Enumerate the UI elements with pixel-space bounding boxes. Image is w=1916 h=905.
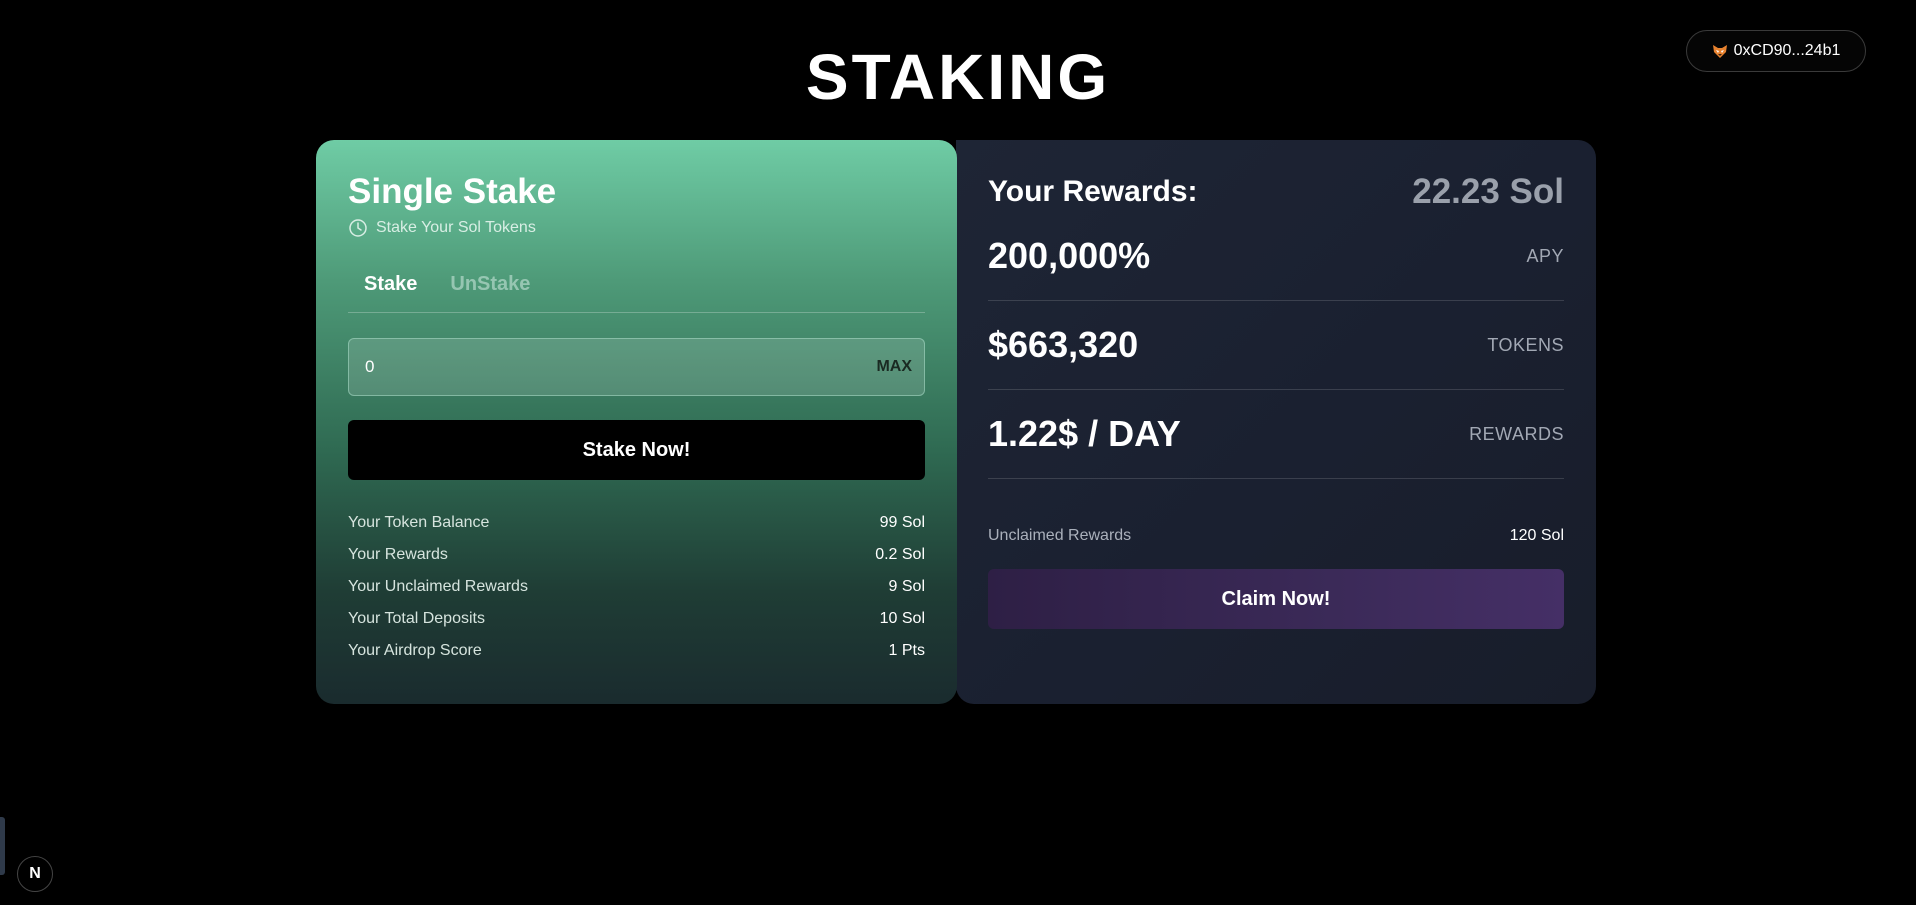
tab-unstake[interactable]: UnStake [450,272,530,312]
stat-value: 99 Sol [879,514,925,531]
stat-value: 10 Sol [879,610,925,627]
single-stake-card: Single Stake Stake Your Sol Tokens Stake… [316,140,957,704]
stat-row-total-deposits: Your Total Deposits 10 Sol [348,609,925,641]
stat-value: 1 Pts [888,642,925,659]
stake-amount-box: MAX [348,338,925,396]
stat-label: Your Total Deposits [348,610,485,627]
clock-icon [349,219,367,237]
stat-value: 9 Sol [888,578,925,595]
stat-label: Your Token Balance [348,514,490,531]
metric-value: 1.22$ / DAY [988,413,1181,454]
stat-value: 0.2 Sol [875,546,925,563]
stat-label: Your Airdrop Score [348,642,482,659]
metric-row-rewards: 1.22$ / DAY REWARDS [988,390,1564,479]
metric-value: 200,000% [988,235,1151,276]
stake-card-title: Single Stake [348,172,557,211]
unclaimed-value: 120 Sol [1509,527,1564,544]
unclaimed-rewards-row: Unclaimed Rewards 120 Sol [988,527,1564,545]
metric-label: TOKENS [1487,334,1564,355]
stat-label: Your Unclaimed Rewards [348,578,528,595]
metric-row-apy: 200,000% APY [988,212,1564,301]
stake-card-subtitle: Stake Your Sol Tokens [348,218,925,238]
metric-value: $663,320 [988,324,1139,365]
stat-label: Your Rewards [348,546,448,563]
stat-row-airdrop-score: Your Airdrop Score 1 Pts [348,641,925,673]
rewards-total: 22.23 Sol [1412,172,1564,211]
stake-stats: Your Token Balance 99 Sol Your Rewards 0… [348,513,925,673]
max-button[interactable]: MAX [876,358,912,376]
rewards-header: Your Rewards: 22.23 Sol [988,172,1564,212]
stake-amount-input[interactable] [365,357,877,377]
side-panel-handle[interactable] [0,817,5,875]
staking-panels: Single Stake Stake Your Sol Tokens Stake… [316,140,1596,704]
subtitle-text: Stake Your Sol Tokens [376,219,536,236]
stake-now-button[interactable]: Stake Now! [348,420,925,480]
dev-tools-badge[interactable]: N [17,856,53,892]
metric-label: REWARDS [1469,423,1564,444]
stat-row-unclaimed-rewards: Your Unclaimed Rewards 9 Sol [348,577,925,609]
stake-tabs: Stake UnStake [348,272,925,313]
stat-row-token-balance: Your Token Balance 99 Sol [348,513,925,545]
tab-stake[interactable]: Stake [364,272,417,312]
claim-now-button[interactable]: Claim Now! [988,569,1564,629]
metric-row-tokens: $663,320 TOKENS [988,301,1564,390]
metric-label: APY [1526,245,1564,266]
stat-row-rewards: Your Rewards 0.2 Sol [348,545,925,577]
page-title: STAKING [805,41,1111,113]
unclaimed-label: Unclaimed Rewards [988,527,1132,544]
rewards-title: Your Rewards: [988,175,1198,208]
rewards-card: Your Rewards: 22.23 Sol 200,000% APY $66… [956,140,1596,704]
